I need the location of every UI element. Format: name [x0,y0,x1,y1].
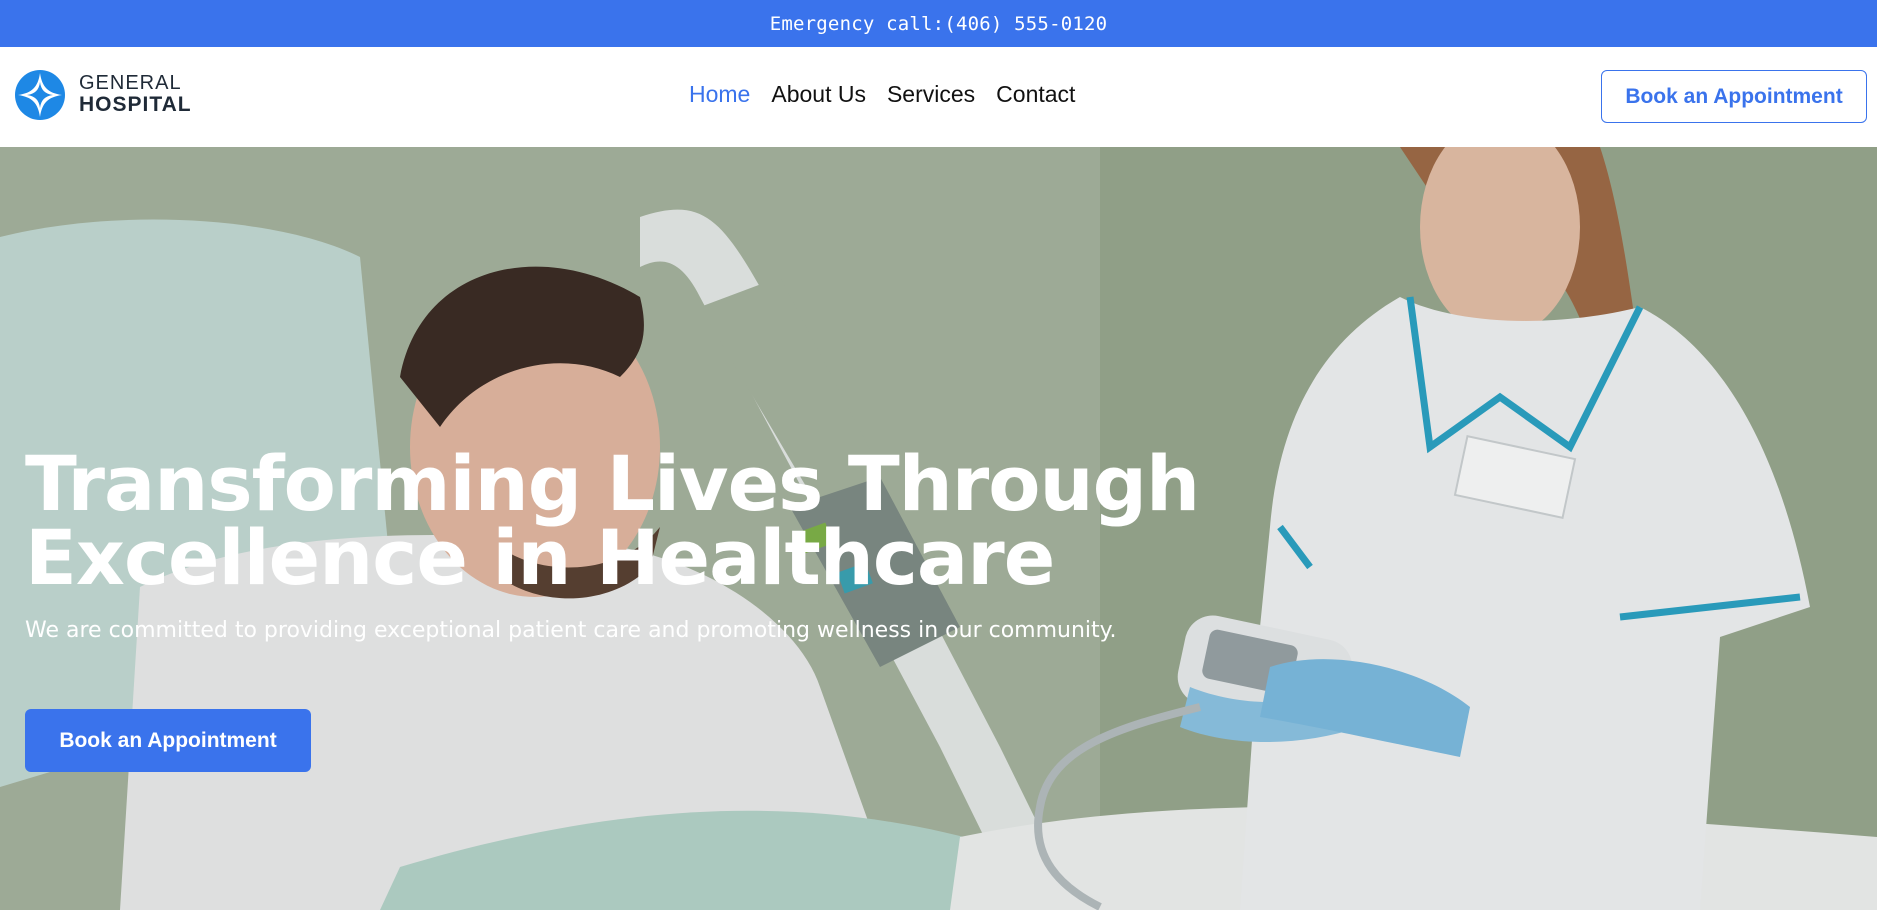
hero-book-appointment-button[interactable]: Book an Appointment [25,709,311,772]
main-nav: Home About Us Services Contact [689,81,1096,108]
emergency-banner: Emergency call:(406) 555-0120 [0,0,1877,47]
brand-name-line2: HOSPITAL [79,93,192,117]
hero-subtitle: We are committed to providing exceptiona… [25,618,1117,643]
brand-name: GENERAL HOSPITAL [79,71,192,117]
four-point-star-circle-icon [15,70,65,120]
nav-link-services[interactable]: Services [887,81,975,108]
hospital-logo[interactable]: GENERAL HOSPITAL [14,69,192,121]
brand-name-line1: GENERAL [79,71,182,94]
nav-link-home[interactable]: Home [689,81,750,108]
header-book-appointment-button[interactable]: Book an Appointment [1601,70,1867,123]
hero-title: Transforming Lives Through Excellence in… [25,439,1200,602]
hero-section: Transforming Lives Through Excellence in… [0,147,1877,910]
site-header: GENERAL HOSPITAL Home About Us Services … [0,47,1877,147]
nav-link-contact[interactable]: Contact [996,81,1075,108]
nav-link-about-us[interactable]: About Us [771,81,866,108]
emergency-call-text: Emergency call:(406) 555-0120 [769,12,1108,35]
